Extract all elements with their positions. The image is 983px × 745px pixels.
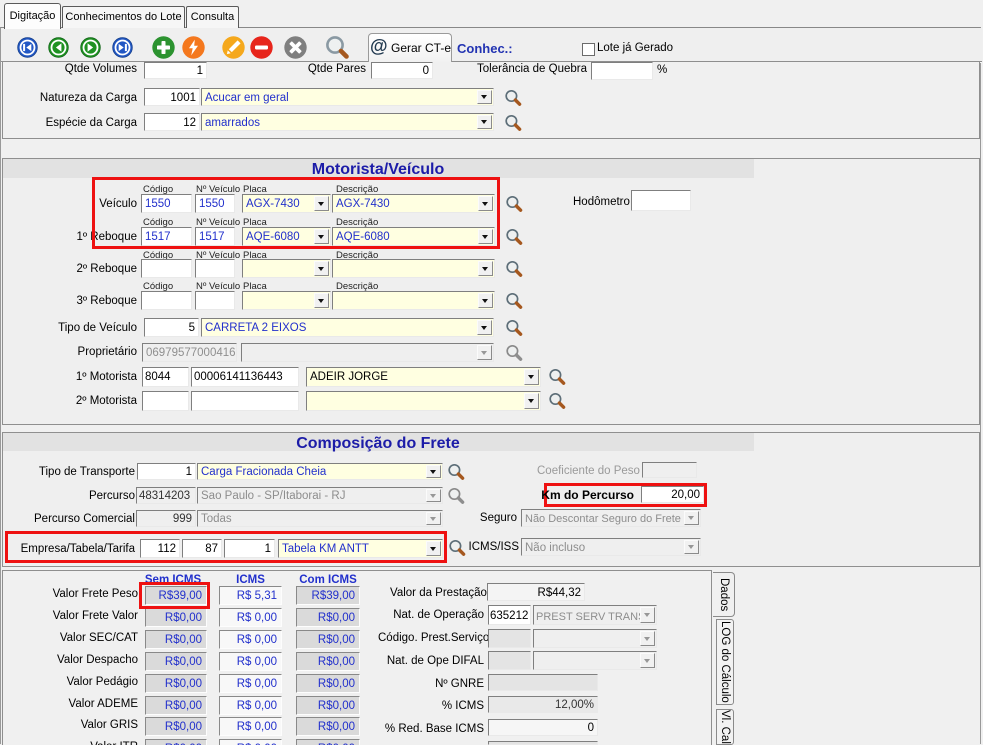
svg-text:@: @ (370, 37, 388, 56)
